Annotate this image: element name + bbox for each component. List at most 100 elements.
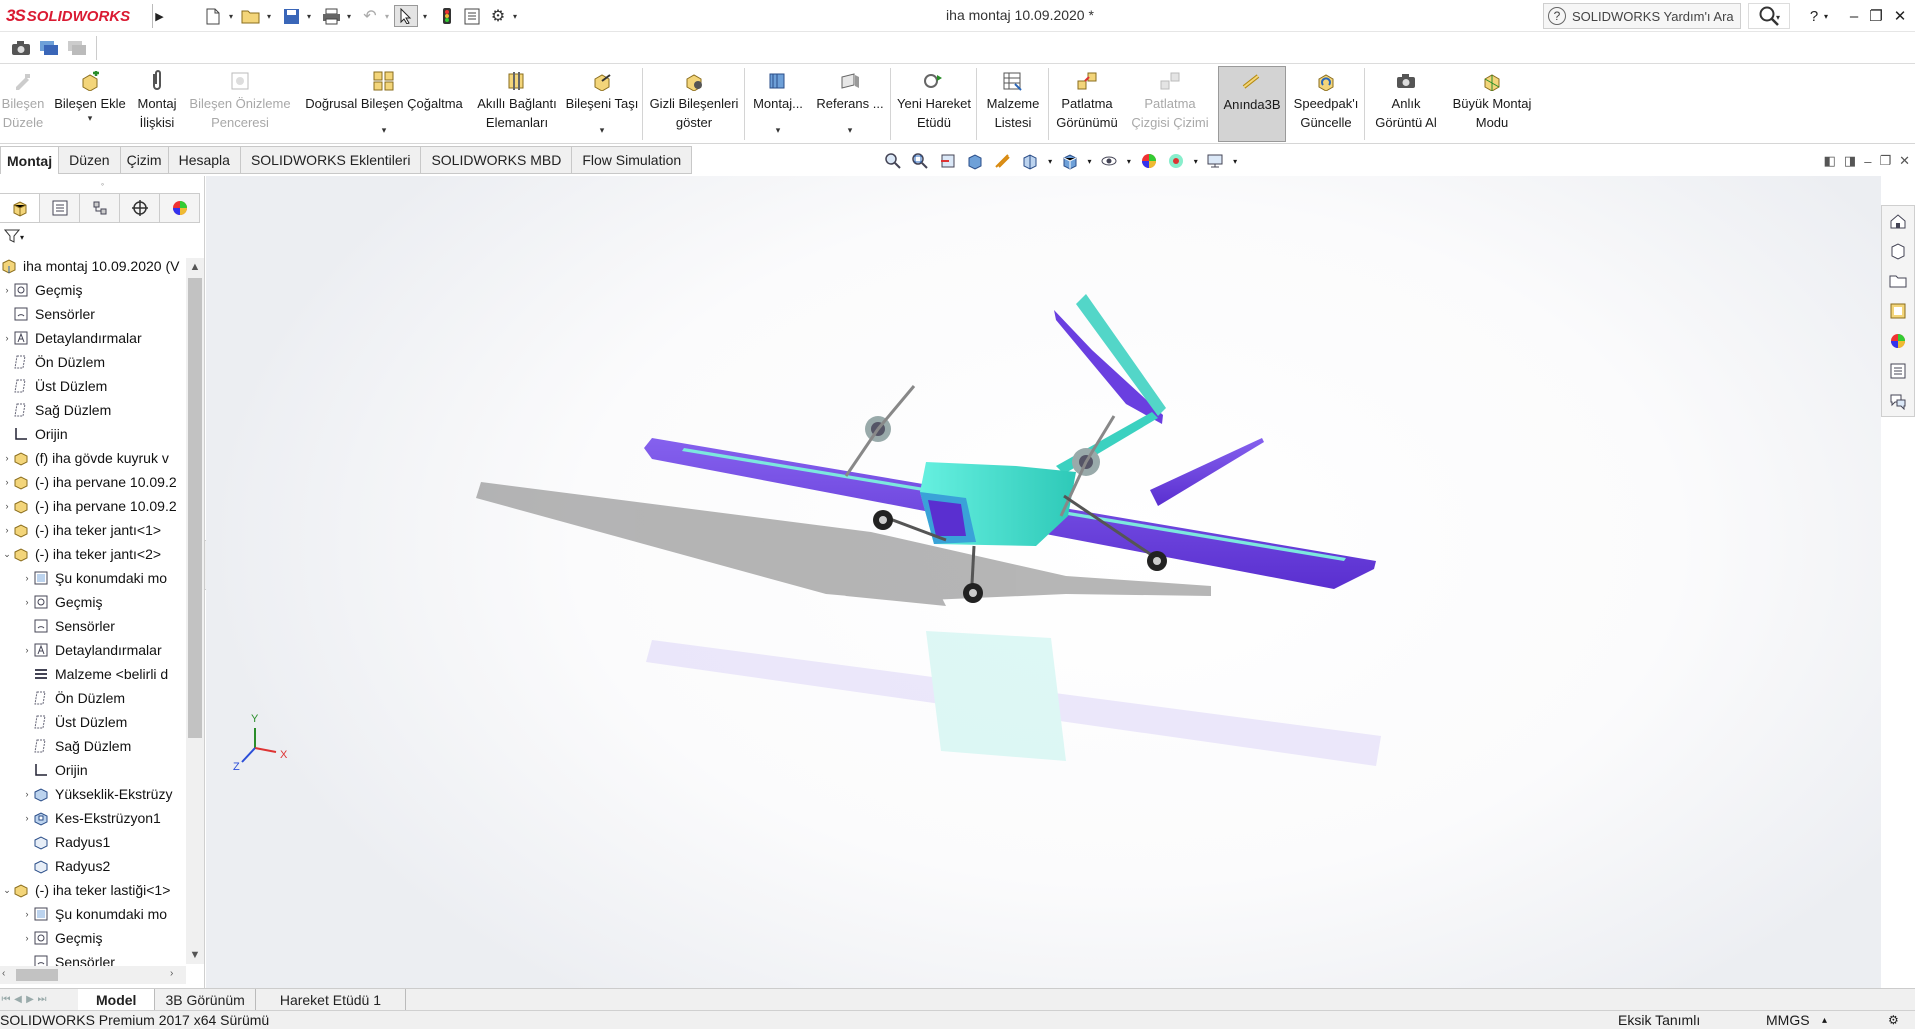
search-dropdown-icon[interactable]: ▾ (1772, 6, 1784, 28)
tree-node[interactable]: Malzeme <belirli d (0, 662, 186, 686)
uav-assembly-model[interactable]: Y X Z (206, 176, 1881, 989)
graphics-area[interactable]: Y X Z (206, 176, 1881, 989)
tree-node[interactable]: Sensörler (0, 614, 186, 638)
large-assembly-mode-button[interactable]: Büyük Montaj Modu (1446, 66, 1538, 142)
hide-show-dropdown-icon[interactable]: ▾ (1124, 149, 1134, 173)
smart-fasteners-button[interactable]: Akıllı Bağlantı Elemanları (472, 66, 562, 142)
hscroll-thumb[interactable] (16, 969, 58, 981)
first-tab-arrow-icon[interactable]: ⏮ (0, 991, 12, 1009)
rebuild-traffic-light-icon[interactable] (436, 5, 458, 27)
options-dropdown-icon[interactable]: ▾ (510, 5, 520, 27)
tree-node[interactable]: ⌄ (-) iha teker jantı<2> (0, 542, 186, 566)
file-explorer-icon[interactable] (1882, 266, 1914, 296)
reference-geometry-dropdown-icon[interactable]: ▾ (848, 125, 853, 135)
tree-node[interactable]: › (f) iha gövde kuyruk v (0, 446, 186, 470)
tree-node[interactable]: ⌄ (-) iha teker lastiği<1> (0, 878, 186, 902)
menu-expand-arrow-icon[interactable]: ▶ (152, 4, 166, 28)
select-cursor-icon[interactable] (394, 5, 418, 27)
tree-expand-toggle-icon[interactable]: › (2, 333, 12, 343)
help-search-input[interactable]: ? SOLIDWORKS Yardım'ı Ara (1543, 3, 1741, 29)
tree-expand-toggle-icon[interactable]: › (22, 909, 32, 919)
filter-funnel-icon[interactable] (3, 228, 21, 247)
tab-motion-study[interactable]: Hareket Etüdü 1 (256, 988, 406, 1011)
appearances-scenes-icon[interactable] (1882, 326, 1914, 356)
tree-expand-toggle-icon[interactable]: › (22, 933, 32, 943)
forum-chat-icon[interactable] (1882, 386, 1914, 416)
display-style-icon[interactable] (1057, 149, 1083, 173)
view-orientation-icon[interactable] (1018, 149, 1044, 173)
camera-snapshot-icon[interactable] (8, 37, 34, 59)
file-properties-icon[interactable] (460, 5, 484, 27)
apply-scene-icon[interactable] (1163, 149, 1189, 173)
tree-node[interactable]: Radyus1 (0, 830, 186, 854)
tree-expand-toggle-icon[interactable]: › (2, 285, 12, 295)
select-dropdown-icon[interactable]: ▾ (420, 5, 430, 27)
undo-icon[interactable]: ↶ (358, 5, 382, 27)
tree-node[interactable]: Radyus2 (0, 854, 186, 878)
design-library-icon[interactable] (1882, 236, 1914, 266)
tree-expand-toggle-icon[interactable]: › (2, 453, 12, 463)
print-dropdown-icon[interactable]: ▾ (344, 5, 354, 27)
new-document-icon[interactable] (200, 5, 226, 27)
scene-dropdown-icon[interactable]: ▾ (1191, 149, 1201, 173)
custom-properties-icon[interactable] (1882, 356, 1914, 386)
tree-expand-toggle-icon[interactable]: › (22, 597, 32, 607)
explode-line-sketch-button[interactable]: Patlatma Çizgisi Çizimi (1124, 66, 1216, 142)
last-tab-arrow-icon[interactable]: ⏭ (36, 991, 48, 1009)
dimxpert-tab-icon[interactable] (120, 194, 160, 222)
tree-node[interactable]: Üst Düzlem (0, 374, 186, 398)
viewport-split-left-icon[interactable]: ◧ (1824, 153, 1836, 169)
move-component-dropdown-icon[interactable]: ▾ (600, 125, 605, 135)
speedpak-update-button[interactable]: Speedpak'ı Güncelle (1290, 66, 1362, 142)
open-dropdown-icon[interactable]: ▾ (264, 5, 274, 27)
tree-node[interactable]: iha montaj 10.09.2020 (V (0, 254, 186, 278)
prev-tab-arrow-icon[interactable]: ◀ (12, 991, 24, 1009)
assembly-features-dropdown-icon[interactable]: ▾ (776, 125, 781, 135)
viewport-split-right-icon[interactable]: ◨ (1844, 153, 1856, 169)
home-icon[interactable] (1882, 206, 1914, 236)
tree-node[interactable]: Ön Düzlem (0, 350, 186, 374)
options-gear-icon[interactable]: ⚙ (486, 5, 510, 27)
feature-tree-tab-icon[interactable] (0, 194, 40, 222)
tree-expand-toggle-icon[interactable]: › (2, 477, 12, 487)
previous-view-icon[interactable] (935, 149, 961, 173)
tree-expand-toggle-icon[interactable]: ⌄ (2, 549, 12, 560)
tree-node[interactable]: Orijin (0, 758, 186, 782)
tree-node[interactable]: Ön Düzlem (0, 686, 186, 710)
tree-node[interactable]: Orijin (0, 422, 186, 446)
save-dropdown-icon[interactable]: ▾ (304, 5, 314, 27)
tree-node[interactable]: › Şu konumdaki mo (0, 566, 186, 590)
filter-dropdown-icon[interactable]: ▾ (20, 233, 24, 242)
tab-montaj[interactable]: Montaj (0, 146, 60, 174)
status-help-icon[interactable]: ⚙ (1888, 1013, 1899, 1027)
solidworks-logo[interactable]: 3S SOLIDWORKS (6, 4, 146, 28)
exploded-view-button[interactable]: Patlatma Görünümü (1052, 66, 1122, 142)
tab-flow-simulation[interactable]: Flow Simulation (572, 146, 693, 174)
tree-node[interactable]: Sağ Düzlem (0, 734, 186, 758)
next-tab-arrow-icon[interactable]: ▶ (24, 991, 36, 1009)
tab-cizim[interactable]: Çizim (120, 146, 169, 174)
hide-show-items-icon[interactable] (1096, 149, 1122, 173)
zoom-to-fit-icon[interactable] (880, 149, 906, 173)
tree-node[interactable]: › (-) iha teker jantı<1> (0, 518, 186, 542)
tree-node[interactable]: › Şu konumdaki mo (0, 902, 186, 926)
tree-node[interactable]: › (-) iha pervane 10.09.2 (0, 494, 186, 518)
show-hidden-components-button[interactable]: Gizli Bileşenleri göster (646, 66, 742, 142)
view-settings-monitor-icon[interactable] (1203, 149, 1229, 173)
tab-3d-view[interactable]: 3B Görünüm (155, 988, 256, 1011)
component-preview-button[interactable]: Bileşen Önizleme Penceresi (186, 66, 294, 142)
new-dropdown-icon[interactable]: ▾ (226, 5, 236, 27)
tree-expand-toggle-icon[interactable]: › (22, 813, 32, 823)
tree-node[interactable]: › (-) iha pervane 10.09.2 (0, 470, 186, 494)
tab-model[interactable]: Model (78, 988, 156, 1011)
tree-vertical-scrollbar[interactable]: ▲ ▼ (186, 258, 204, 964)
display-style-dropdown-icon[interactable]: ▾ (1085, 149, 1095, 173)
unit-system[interactable]: MMGS (1766, 1012, 1810, 1028)
close-icon[interactable]: ✕ (1886, 4, 1914, 28)
scroll-thumb[interactable] (188, 278, 202, 738)
scroll-right-icon[interactable]: › (170, 968, 173, 979)
tree-expand-toggle-icon[interactable]: ⌄ (2, 885, 12, 896)
tree-node[interactable]: Sensörler (0, 302, 186, 326)
save-icon[interactable] (278, 5, 304, 27)
property-manager-tab-icon[interactable] (40, 194, 80, 222)
